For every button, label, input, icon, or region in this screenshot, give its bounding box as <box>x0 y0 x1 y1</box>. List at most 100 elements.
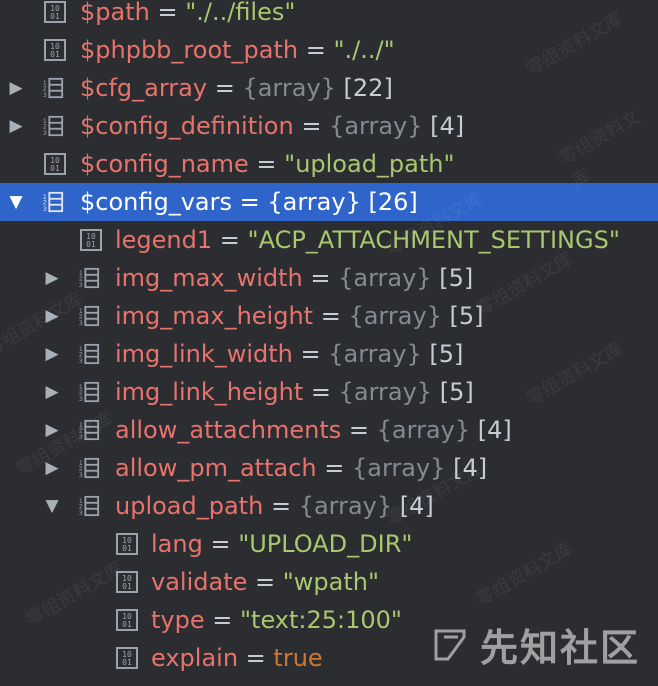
var-value: {array} <box>298 492 393 520</box>
primitive-value-icon: 1001 <box>44 39 66 61</box>
var-value: "ACP_ATTACHMENT_SETTINGS" <box>247 226 620 254</box>
var-name: type <box>151 606 205 634</box>
var-value: "text:25:100" <box>240 606 402 634</box>
expand-arrow-icon[interactable]: ▶ <box>42 458 62 478</box>
svg-text:3: 3 <box>79 357 83 365</box>
var-name: img_max_height <box>115 302 314 330</box>
array-count: [4] <box>392 492 434 520</box>
equals-sign: = <box>263 492 299 520</box>
array-list-icon: 123 <box>79 495 100 517</box>
primitive-value-icon: 1001 <box>44 153 66 175</box>
equals-sign: = <box>292 340 329 368</box>
array-list-icon: 123 <box>43 115 64 137</box>
svg-text:3: 3 <box>79 395 83 403</box>
equals-sign: = <box>303 378 339 406</box>
array-list-icon: 123 <box>79 305 100 327</box>
tree-row-lang[interactable]: 10 01 lang = "UPLOAD_DIR" <box>0 525 658 563</box>
primitive-value-icon: 1001 <box>116 571 138 593</box>
expand-arrow-icon[interactable]: ▶ <box>42 420 62 440</box>
svg-text:3: 3 <box>79 281 83 289</box>
var-value: {array} <box>329 112 423 140</box>
tree-row-upload-path[interactable]: ▼ 123 upload_path = {array} [4] <box>0 487 658 525</box>
var-value: "UPLOAD_DIR" <box>238 530 413 558</box>
var-name: $cfg_array <box>80 74 208 102</box>
tree-row-config-vars[interactable]: ▼ 123 $config_vars = {array} [26] <box>0 183 658 221</box>
var-name: $phpbb_root_path <box>80 36 299 64</box>
equals-sign: = <box>298 36 334 64</box>
equals-sign: = <box>341 416 377 444</box>
expand-arrow-icon[interactable]: ▶ <box>6 116 26 136</box>
var-value: {array} <box>376 416 471 444</box>
expand-arrow-icon[interactable]: ▶ <box>6 78 26 98</box>
array-count: [5] <box>432 378 474 406</box>
var-name: img_link_width <box>115 340 293 368</box>
brand-text: 先知社区 <box>479 626 640 670</box>
tree-row-allow-attachments[interactable]: ▶ 123 allow_attachments = {array} [4] <box>0 411 658 449</box>
svg-text:01: 01 <box>50 50 60 59</box>
array-count: [4] <box>422 112 465 140</box>
svg-text:01: 01 <box>122 544 132 553</box>
svg-text:01: 01 <box>50 164 60 173</box>
svg-text:3: 3 <box>79 319 83 327</box>
var-name: allow_attachments <box>115 416 342 444</box>
array-count: [4] <box>445 454 488 482</box>
tree-row-validate[interactable]: 10 01 validate = "wpath" <box>0 563 658 601</box>
var-name: allow_pm_attach <box>115 454 317 482</box>
var-value: "./../" <box>333 36 395 64</box>
array-list-icon: 123 <box>79 419 100 441</box>
array-count: [5] <box>441 302 484 330</box>
array-count: [26] <box>360 188 418 216</box>
expand-arrow-icon[interactable]: ▶ <box>42 344 62 364</box>
array-list-icon: 123 <box>79 343 100 365</box>
tree-row-img-link-width[interactable]: ▶ 123 img_link_width = {array} [5] <box>0 335 658 373</box>
var-name: upload_path <box>115 492 264 520</box>
var-name: legend1 <box>115 226 213 254</box>
array-count: [5] <box>431 264 474 292</box>
collapse-arrow-icon[interactable]: ▼ <box>6 192 26 212</box>
equals-sign: = <box>293 112 330 140</box>
var-value: "wpath" <box>282 568 380 596</box>
tree-row-legend1[interactable]: 10 01 legend1 = "ACP_ATTACHMENT_SETTINGS" <box>0 221 658 259</box>
primitive-value-icon: 1001 <box>44 1 66 23</box>
var-value: true <box>273 644 323 672</box>
svg-text:3: 3 <box>79 509 83 517</box>
var-name: $config_name <box>80 150 249 178</box>
expand-arrow-icon[interactable]: ▶ <box>42 382 62 402</box>
array-count: [4] <box>470 416 512 444</box>
var-name: $config_definition <box>80 112 294 140</box>
brand-logo-icon <box>434 629 466 660</box>
tree-row-img-max-width[interactable]: ▶ 123 img_max_width = {array} [5] <box>0 259 658 297</box>
equals-sign: = <box>204 606 240 634</box>
collapse-arrow-icon[interactable]: ▼ <box>42 496 62 516</box>
var-name: validate <box>151 568 248 596</box>
array-list-icon: 123 <box>43 191 64 213</box>
var-value: {array} <box>351 454 446 482</box>
expand-arrow-icon[interactable]: ▶ <box>42 306 62 326</box>
tree-row-allow-pm-attach[interactable]: ▶ 123 allow_pm_attach = {array} [4] <box>0 449 658 487</box>
svg-text:3: 3 <box>79 471 83 479</box>
array-count: [22] <box>335 74 393 102</box>
equals-sign: = <box>149 0 186 26</box>
array-list-icon: 123 <box>79 267 100 289</box>
svg-text:01: 01 <box>50 12 60 21</box>
svg-text:3: 3 <box>43 205 47 213</box>
tree-row-path[interactable]: 10 01 $path = "./../files" <box>0 0 658 31</box>
var-value: {array} <box>242 74 336 102</box>
var-name: $path <box>80 0 150 26</box>
tree-row-config-name[interactable]: 10 01 $config_name = "upload_path" <box>0 145 658 183</box>
array-list-icon: 123 <box>79 457 100 479</box>
tree-row-cfg-array[interactable]: ▶ 123 $cfg_array = {array} [22] <box>0 69 658 107</box>
equals-sign: = <box>207 74 243 102</box>
primitive-value-icon: 1001 <box>116 647 138 669</box>
tree-row-img-link-height[interactable]: ▶ 123 img_link_height = {array} [5] <box>0 373 658 411</box>
equals-sign: = <box>232 188 268 216</box>
expand-arrow-icon[interactable]: ▶ <box>42 268 62 288</box>
tree-row-config-definition[interactable]: ▶ 123 $config_definition = {array} [4] <box>0 107 658 145</box>
equals-sign: = <box>248 150 285 178</box>
var-name: img_link_height <box>115 378 304 406</box>
tree-row-phpbb-root-path[interactable]: 10 01 $phpbb_root_path = "./../" <box>0 31 658 69</box>
var-value: "upload_path" <box>284 150 455 178</box>
tree-row-img-max-height[interactable]: ▶ 123 img_max_height = {array} [5] <box>0 297 658 335</box>
equals-sign: = <box>247 568 283 596</box>
primitive-value-icon: 1001 <box>116 609 138 631</box>
